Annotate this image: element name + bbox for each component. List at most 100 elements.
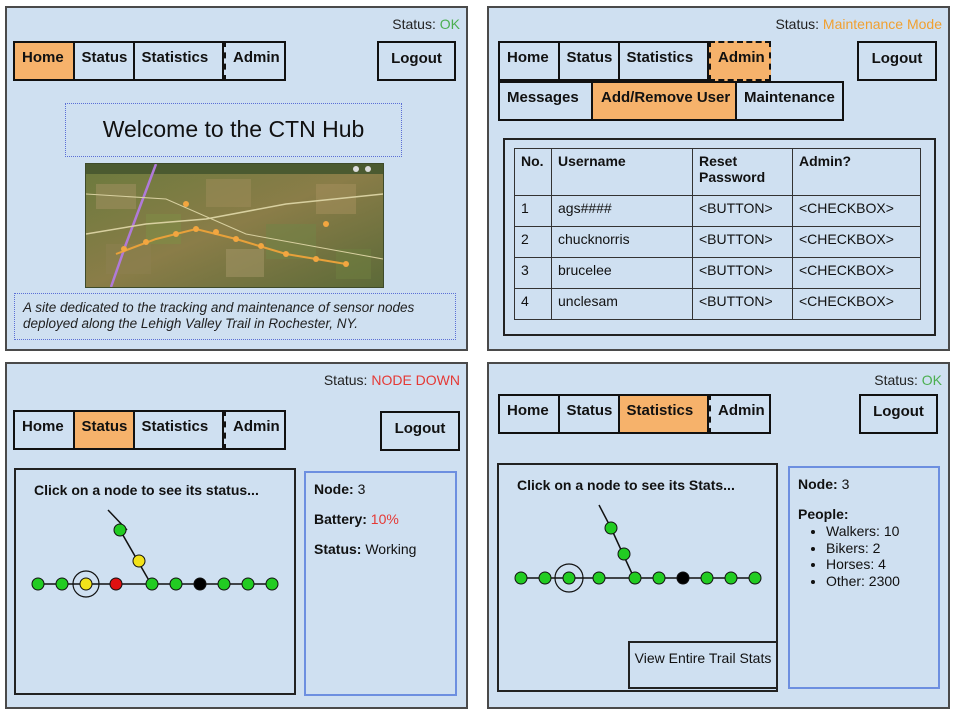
- sensor-node[interactable]: [79, 577, 93, 591]
- battery-label: Battery:: [314, 511, 367, 527]
- sensor-node[interactable]: [676, 571, 690, 585]
- col-header-reset-password: Reset Password: [692, 148, 793, 196]
- sensor-node[interactable]: [628, 571, 642, 585]
- sensor-node[interactable]: [514, 571, 528, 585]
- users-table-container: No. Username Reset Password Admin? 1 ags…: [503, 138, 936, 336]
- sensor-node[interactable]: [169, 577, 183, 591]
- nav-admin[interactable]: Admin: [709, 41, 771, 81]
- node-value: 3: [841, 476, 850, 492]
- reset-password-button[interactable]: <BUTTON>: [692, 226, 793, 258]
- nav-statistics[interactable]: Statistics: [135, 43, 224, 79]
- nav-home[interactable]: Home: [500, 396, 560, 432]
- status-label: Status:: [392, 16, 436, 32]
- list-item: Horses: 4: [826, 556, 930, 573]
- view-entire-trail-stats-button[interactable]: View Entire Trail Stats: [628, 641, 778, 689]
- sensor-node[interactable]: [562, 571, 576, 585]
- nav-home[interactable]: Home: [15, 412, 75, 448]
- table-row: 3 brucelee <BUTTON> <CHECKBOX>: [514, 257, 921, 289]
- sensor-node[interactable]: [132, 554, 146, 568]
- node-info-box: Node: 3 Battery: 10% Status: Working: [304, 471, 457, 696]
- node-graph: [31, 509, 279, 598]
- status-field-value: Working: [365, 541, 417, 557]
- sensor-node[interactable]: [55, 577, 69, 591]
- reset-password-button[interactable]: <BUTTON>: [692, 257, 793, 289]
- battery-value: 10%: [370, 511, 399, 527]
- sensor-node[interactable]: [748, 571, 762, 585]
- node-stats-box: Node: 3 People: Walkers: 10 Bikers: 2 Ho…: [788, 466, 940, 689]
- nav-admin[interactable]: Admin: [709, 394, 771, 434]
- sensor-node[interactable]: [604, 521, 618, 535]
- logout-button[interactable]: Logout: [377, 41, 456, 81]
- sensor-node[interactable]: [700, 571, 714, 585]
- view-entire-trail-stats-label: View Entire Trail Stats: [634, 650, 772, 666]
- cell-no: 3: [514, 257, 552, 289]
- cell-username: brucelee: [551, 257, 693, 289]
- table-row: 4 unclesam <BUTTON> <CHECKBOX>: [514, 288, 921, 320]
- sensor-node[interactable]: [241, 577, 255, 591]
- admin-checkbox[interactable]: <CHECKBOX>: [792, 195, 921, 227]
- admin-checkbox[interactable]: <CHECKBOX>: [792, 257, 921, 289]
- list-item: Other: 2300: [826, 573, 930, 590]
- admin-subnav: Messages Add/Remove User Maintenance: [498, 81, 844, 121]
- main-nav: Home Status Statistics Admin: [13, 410, 286, 450]
- node-label: Node:: [314, 481, 354, 497]
- nav-statistics[interactable]: Statistics: [620, 43, 709, 79]
- status-value: Maintenance Mode: [822, 16, 942, 32]
- sensor-node[interactable]: [617, 547, 631, 561]
- trail-map-image: [85, 163, 384, 288]
- list-item: Walkers: 10: [826, 523, 930, 540]
- node-row: Node: 3: [314, 481, 447, 497]
- sensor-node[interactable]: [145, 577, 159, 591]
- admin-checkbox[interactable]: <CHECKBOX>: [792, 226, 921, 258]
- cell-username: ags####: [551, 195, 693, 227]
- site-description-text: A site dedicated to the tracking and mai…: [23, 300, 415, 331]
- logout-button[interactable]: Logout: [380, 411, 460, 451]
- subnav-add-remove-user[interactable]: Add/Remove User: [593, 83, 737, 119]
- nav-status[interactable]: Status: [560, 396, 620, 432]
- sensor-node[interactable]: [31, 577, 45, 591]
- list-item: Bikers: 2: [826, 540, 930, 557]
- status-field-label: Status:: [314, 541, 362, 557]
- site-description: A site dedicated to the tracking and mai…: [14, 293, 456, 340]
- admin-checkbox[interactable]: <CHECKBOX>: [792, 288, 921, 320]
- reset-password-button[interactable]: <BUTTON>: [692, 195, 793, 227]
- sensor-node[interactable]: [113, 523, 127, 537]
- sensor-node[interactable]: [265, 577, 279, 591]
- sensor-node[interactable]: [109, 577, 123, 591]
- sensor-node[interactable]: [538, 571, 552, 585]
- nav-statistics[interactable]: Statistics: [135, 412, 224, 448]
- status-value: OK: [439, 16, 460, 32]
- nav-status[interactable]: Status: [75, 43, 135, 79]
- logout-button[interactable]: Logout: [857, 41, 937, 81]
- subnav-messages[interactable]: Messages: [500, 83, 593, 119]
- nav-admin[interactable]: Admin: [224, 410, 286, 450]
- nav-statistics[interactable]: Statistics: [619, 396, 709, 432]
- people-label: People:: [798, 506, 849, 522]
- status-value: NODE DOWN: [371, 372, 460, 388]
- sensor-node[interactable]: [592, 571, 606, 585]
- page-title-text: Welcome to the CTN Hub: [102, 116, 365, 142]
- nav-status[interactable]: Status: [560, 43, 620, 79]
- logout-button[interactable]: Logout: [859, 394, 938, 434]
- sensor-node[interactable]: [652, 571, 666, 585]
- nav-home[interactable]: Home: [500, 43, 560, 79]
- node-label: Node:: [798, 476, 838, 492]
- status-row: Status: Working: [314, 541, 447, 557]
- sensor-node[interactable]: [724, 571, 738, 585]
- status-label: Status:: [775, 16, 820, 32]
- subnav-maintenance[interactable]: Maintenance: [737, 83, 842, 119]
- nav-home[interactable]: Home: [15, 43, 75, 79]
- cell-username: chucknorris: [551, 226, 693, 258]
- status-value: OK: [921, 372, 942, 388]
- sensor-node[interactable]: [217, 577, 231, 591]
- status-label: Status:: [323, 372, 368, 388]
- nav-status[interactable]: Status: [74, 412, 135, 448]
- node-value: 3: [357, 481, 366, 497]
- cell-no: 4: [514, 288, 552, 320]
- nav-admin[interactable]: Admin: [224, 41, 286, 81]
- cell-username: unclesam: [551, 288, 693, 320]
- status-line: Status: OK: [392, 16, 460, 32]
- main-nav: Home Status Statistics Admin: [498, 41, 771, 81]
- reset-password-button[interactable]: <BUTTON>: [692, 288, 793, 320]
- sensor-node[interactable]: [193, 577, 207, 591]
